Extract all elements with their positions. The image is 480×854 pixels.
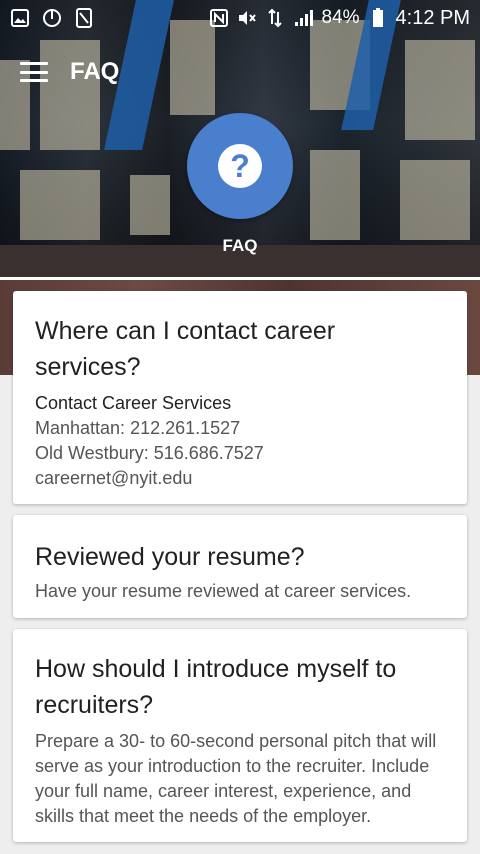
app-bar: FAQ [0, 52, 480, 92]
hamburger-menu-icon[interactable] [20, 62, 48, 82]
faq-line-email[interactable]: careernet@nyit.edu [35, 466, 445, 491]
page-title: FAQ [70, 58, 120, 85]
faq-subtitle: Contact Career Services [35, 393, 232, 413]
faq-badge: ? [187, 113, 293, 219]
battery-percent: 84% [321, 7, 360, 28]
power-icon [42, 8, 62, 28]
nfc-icon [209, 8, 229, 28]
question-icon: ? [218, 144, 262, 188]
battery-icon [368, 8, 388, 28]
faq-question: Where can I contact career services? [35, 317, 336, 381]
faq-question: Reviewed your resume? [35, 543, 305, 571]
faq-card-introduce[interactable]: How should I introduce myself to recruit… [13, 629, 467, 842]
mute-icon [237, 8, 257, 28]
data-icon [265, 8, 285, 28]
faq-card-contact[interactable]: Where can I contact career services? Con… [13, 291, 467, 504]
hero-label: FAQ [222, 236, 258, 255]
clock: 4:12 PM [395, 6, 470, 29]
status-bar: 84% 4:12 PM [0, 0, 480, 36]
faq-question: How should I introduce myself to recruit… [35, 655, 397, 719]
faq-line-manhattan: Manhattan: 212.261.1527 [35, 418, 241, 438]
gallery-icon [10, 8, 30, 28]
faq-answer: Prepare a 30- to 60-second personal pitc… [35, 731, 437, 826]
sim-icon [74, 8, 94, 28]
faq-answer: Have your resume reviewed at career serv… [35, 581, 412, 601]
faq-card-resume[interactable]: Reviewed your resume? Have your resume r… [13, 515, 467, 618]
faq-line-old-westbury: Old Westbury: 516.686.7527 [35, 443, 264, 463]
signal-icon [293, 8, 314, 28]
